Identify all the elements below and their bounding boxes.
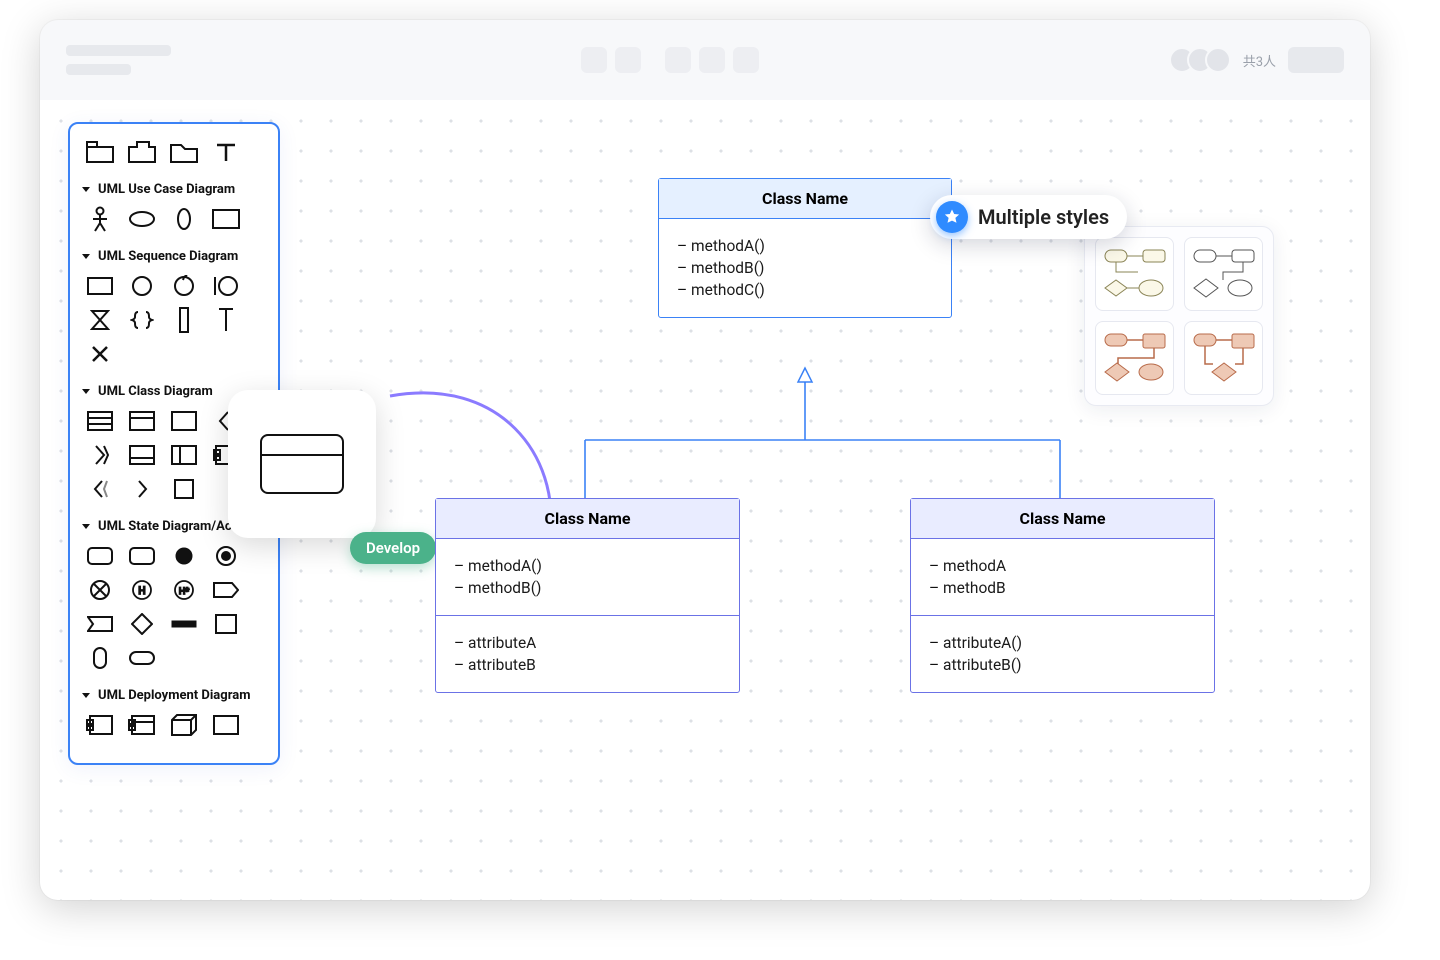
class-3sec-icon[interactable]	[82, 407, 118, 435]
h-circle-icon[interactable]: H	[124, 576, 160, 604]
style-thumb-1[interactable]	[1095, 237, 1174, 311]
shape-text-icon[interactable]	[208, 138, 244, 166]
uml-method: methodA()	[454, 557, 721, 575]
uml-method: methodB()	[677, 259, 933, 277]
rect-small-icon[interactable]	[82, 272, 118, 300]
pill-horiz-icon[interactable]	[124, 644, 160, 672]
uml-method: methodC()	[677, 281, 933, 299]
uml-method: methodB	[929, 579, 1196, 597]
uml-class-left[interactable]: Class Name methodA() methodB() attribute…	[435, 498, 740, 693]
style-thumb-3[interactable]	[1095, 321, 1174, 395]
component2-icon[interactable]	[82, 711, 118, 739]
round-rect2-icon[interactable]	[124, 542, 160, 570]
ellipse-tall-icon[interactable]	[166, 205, 202, 233]
circle-icon[interactable]	[124, 272, 160, 300]
style-thumb-4[interactable]	[1184, 321, 1263, 395]
uml-class-parent[interactable]: Class Name methodA() methodB() methodC()	[658, 178, 952, 318]
shape-tab-icon[interactable]	[124, 138, 160, 166]
style-thumb-2[interactable]	[1184, 237, 1263, 311]
app-frame: 共3人 UML Use Case Diagram UML Seq	[40, 20, 1370, 900]
bar-icon[interactable]	[166, 610, 202, 638]
styles-badge-label: Multiple styles	[978, 205, 1109, 229]
delim-right-icon[interactable]	[82, 441, 118, 469]
square-icon[interactable]	[166, 475, 202, 503]
signal-recv-icon[interactable]	[82, 610, 118, 638]
shape-folder-icon[interactable]	[166, 138, 202, 166]
circle-bar-icon[interactable]	[208, 272, 244, 300]
section-sequence[interactable]: UML Sequence Diagram	[78, 241, 270, 268]
dragged-shape-preview[interactable]	[228, 390, 376, 538]
circle-x-icon[interactable]	[82, 576, 118, 604]
shape-package-icon[interactable]	[82, 138, 118, 166]
svg-text:H: H	[138, 586, 145, 597]
actor-icon[interactable]	[82, 205, 118, 233]
ellipse-wide-icon[interactable]	[124, 205, 160, 233]
uml-title: Class Name	[436, 499, 739, 539]
class-shape-icon	[260, 434, 344, 494]
rect3-icon[interactable]	[208, 711, 244, 739]
end-state-icon[interactable]	[208, 542, 244, 570]
angle-close-icon[interactable]	[124, 475, 160, 503]
uml-title: Class Name	[911, 499, 1214, 539]
tool-button[interactable]	[733, 47, 759, 73]
angle-open-icon[interactable]	[82, 475, 118, 503]
diamond-icon[interactable]	[124, 610, 160, 638]
hourglass-icon[interactable]	[82, 306, 118, 334]
uml-attribute: attributeA()	[929, 634, 1196, 652]
x-icon[interactable]	[82, 340, 118, 368]
doc-title-placeholder	[66, 45, 171, 75]
diagram-canvas[interactable]: UML Use Case Diagram UML Sequence Diagra…	[40, 100, 1370, 900]
round-rect-icon[interactable]	[82, 542, 118, 570]
uml-parent-title: Class Name	[659, 179, 951, 219]
share-button[interactable]	[1288, 47, 1344, 73]
braces-icon[interactable]	[124, 306, 160, 334]
pill-vert-icon[interactable]	[82, 644, 118, 672]
section-usecase[interactable]: UML Use Case Diagram	[78, 174, 270, 201]
collaborator-avatars[interactable]	[1169, 47, 1231, 73]
circle-arrow-icon[interactable]	[166, 272, 202, 300]
class-2sec-icon[interactable]	[124, 407, 160, 435]
tool-button[interactable]	[699, 47, 725, 73]
class-bottom-icon[interactable]	[124, 441, 160, 469]
section-deployment[interactable]: UML Deployment Diagram	[78, 680, 270, 707]
styles-badge[interactable]: Multiple styles	[930, 195, 1127, 239]
signal-send-icon[interactable]	[208, 576, 244, 604]
uml-method: methodB()	[454, 579, 721, 597]
tool-button[interactable]	[581, 47, 607, 73]
develop-badge: Develop	[350, 532, 436, 564]
anchor-icon[interactable]	[208, 306, 244, 334]
note-icon[interactable]	[208, 610, 244, 638]
uml-class-right[interactable]: Class Name methodA methodB attributeA() …	[910, 498, 1215, 693]
toolbar-placeholder	[581, 47, 759, 73]
hstar-circle-icon[interactable]: H*	[166, 576, 202, 604]
collaborator-count: 共3人	[1243, 51, 1276, 70]
uml-attribute: attributeB()	[929, 656, 1196, 674]
rect-icon[interactable]	[208, 205, 244, 233]
lifeline-icon[interactable]	[166, 306, 202, 334]
tool-button[interactable]	[615, 47, 641, 73]
tool-button[interactable]	[665, 47, 691, 73]
node-icon[interactable]	[166, 711, 202, 739]
svg-text:H*: H*	[179, 587, 189, 597]
uml-method: methodA	[929, 557, 1196, 575]
uml-attribute: attributeA	[454, 634, 721, 652]
split-vert-icon[interactable]	[166, 441, 202, 469]
style-thumbnails	[1084, 226, 1274, 406]
uml-method: methodA()	[677, 237, 933, 255]
star-icon	[936, 201, 968, 233]
solid-circle-icon[interactable]	[166, 542, 202, 570]
component3-icon[interactable]	[124, 711, 160, 739]
uml-attribute: attributeB	[454, 656, 721, 674]
topbar: 共3人	[40, 20, 1370, 100]
class-1sec-icon[interactable]	[166, 407, 202, 435]
